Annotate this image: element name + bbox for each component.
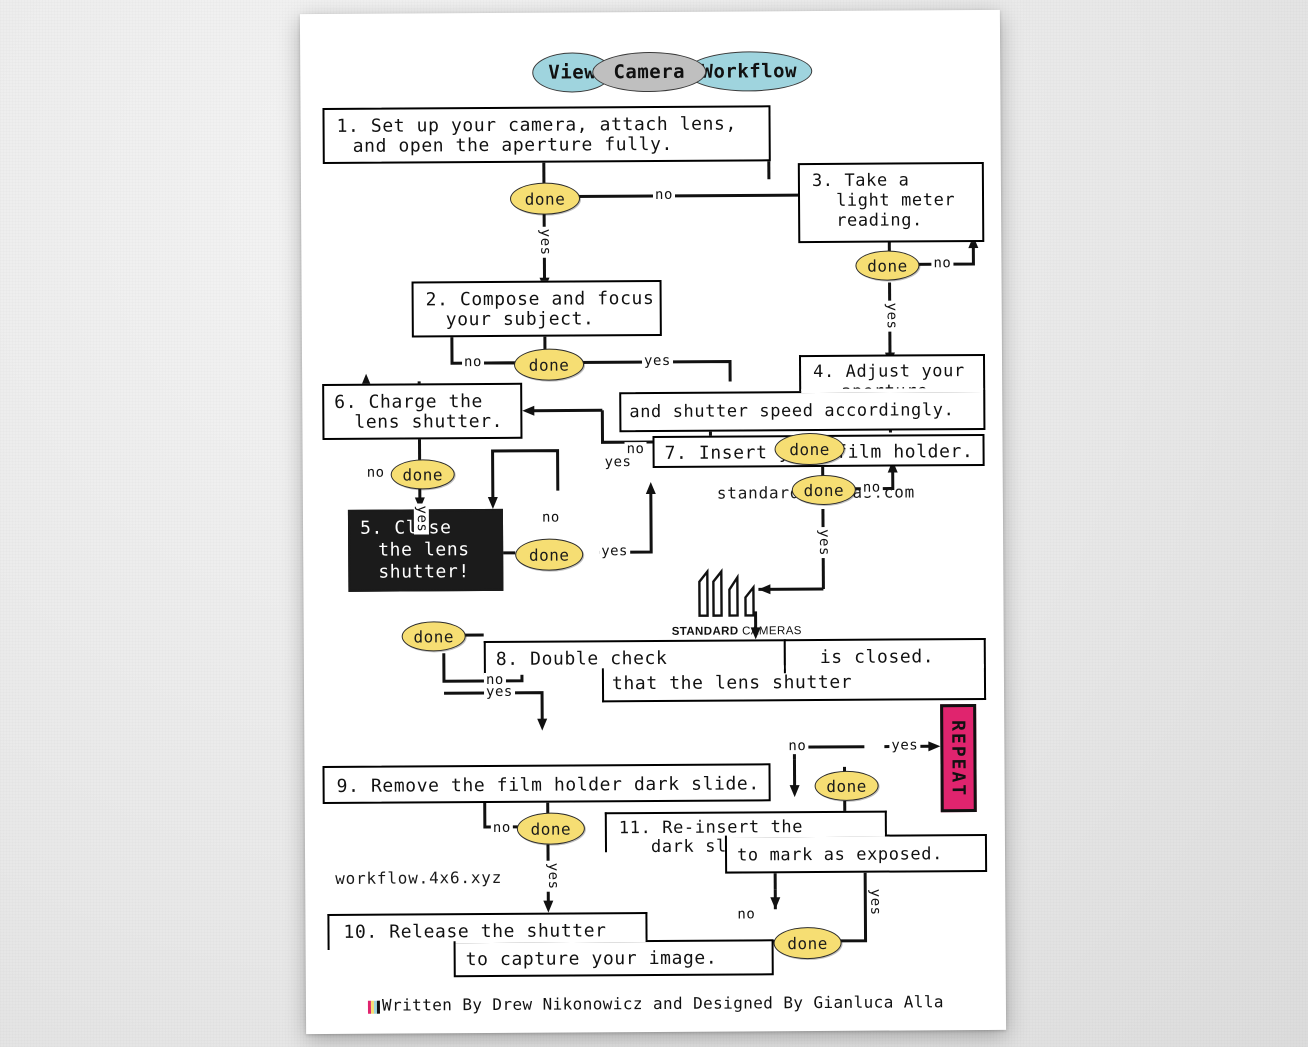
step-7-done-label: done — [803, 480, 845, 500]
step-10-branch-no: no — [735, 906, 758, 923]
step-8-done-label: done — [413, 626, 455, 646]
step-5-done-label: done — [528, 545, 570, 565]
repeat-badge-label: REPEAT — [947, 719, 970, 797]
footer-credit-text: Written By Drew Nikonowicz and Designed … — [381, 992, 944, 1015]
repeat-badge: REPEAT — [940, 704, 977, 813]
step-2-box: 2. Compose and focus your subject. — [411, 279, 662, 338]
step-7-branch-no: no — [860, 479, 883, 496]
step-10-line-2: to capture your image. — [465, 947, 718, 971]
poster-sheet: View Camera Workflow 1. Set up your came… — [299, 9, 1007, 1035]
step-9-branch-no: no — [490, 819, 513, 836]
repeat-branch-no: no — [786, 738, 809, 755]
header-pill-workflow-label: Workflow — [701, 60, 798, 83]
step-5-branch-no: no — [539, 509, 562, 526]
step-2-line-1: 2. Compose and focus — [425, 287, 655, 311]
step-2-line-2: your subject. — [445, 308, 595, 331]
step-6-line-1: 6. Charge the — [334, 391, 484, 413]
step-5-line-2: the lens — [378, 539, 470, 561]
step-11-box-lower: to mark as exposed. — [724, 833, 988, 874]
step-4-line-3: and shutter speed accordingly. — [629, 400, 955, 423]
step-5-line-1: 5. Close — [359, 517, 452, 539]
repeat-branch-yes: yes — [889, 737, 921, 754]
step-3-line-1: 3. Take a — [811, 170, 910, 192]
step-4-done-label: done — [789, 439, 830, 459]
step-11-branch-yes: yes — [867, 886, 884, 918]
step-9-line-1: 9. Remove the film holder dark slide. — [336, 773, 760, 797]
step-3-line-3: reading. — [836, 210, 923, 231]
step-8-branch-yes: yes — [483, 683, 515, 701]
step-7-branch-yes: yes — [815, 527, 833, 558]
step-4-branch-yes: yes — [602, 454, 634, 471]
step-11-done-label: done — [826, 776, 867, 796]
logo-bars-icon — [698, 568, 755, 617]
step-9-box: 9. Remove the film holder dark slide. — [322, 763, 771, 805]
step-6-branch-yes: yes — [413, 503, 430, 535]
workflow-url-text: workflow.4x6.xyz — [335, 867, 503, 888]
step-9-done-label: done — [530, 819, 572, 839]
logo-caption: STANDARD CAMERAS — [671, 625, 802, 638]
step-1-box: 1. Set up your camera, attach lens, and … — [322, 105, 771, 165]
step-11-line-3: to mark as exposed. — [736, 844, 943, 866]
step-3-line-2: light meter — [835, 190, 956, 211]
step-1-line-2: and open the aperture fully. — [352, 133, 673, 157]
color-bars-icon — [367, 997, 381, 1016]
step-6-done-label: done — [402, 464, 444, 485]
step-5-branch-yes: yes — [599, 543, 631, 560]
header-pill-view-label: View — [548, 61, 597, 84]
logo-name-bold: STANDARD — [671, 625, 739, 638]
step-4-box-lower: and shutter speed accordingly. — [619, 389, 986, 433]
step-3-branch-no: no — [931, 255, 954, 272]
step-2-branch-no: no — [461, 354, 484, 371]
header-pill-camera-label: Camera — [613, 60, 686, 84]
standard-cameras-logo: STANDARD CAMERAS — [671, 565, 802, 638]
step-4-line-1: 4. Adjust your — [813, 361, 965, 383]
footer-credit: Written By Drew Nikonowicz and Designed … — [306, 992, 1006, 1016]
step-10-box-lower: to capture your image. — [453, 939, 774, 978]
step-1-done-label: done — [524, 189, 566, 209]
step-2-branch-yes: yes — [641, 352, 673, 370]
step-6-branch-no: no — [364, 464, 387, 481]
step-1-branch-no: no — [652, 186, 675, 203]
step-3-done-label: done — [867, 255, 908, 276]
step-1-line-1: 1. Set up your camera, attach lens, — [336, 113, 737, 137]
step-9-branch-yes: yes — [544, 860, 562, 892]
logo-name-light: CAMERAS — [738, 625, 802, 638]
step-5-line-3: shutter! — [378, 561, 470, 583]
step-2-done-label: done — [528, 355, 570, 375]
step-3-box: 3. Take a light meter reading. — [797, 161, 985, 244]
step-3-branch-yes: yes — [883, 300, 900, 332]
step-10-done-label: done — [787, 933, 828, 953]
step-6-box: 6. Charge the lens shutter. — [322, 382, 523, 441]
step-6-line-2: lens shutter. — [354, 410, 504, 433]
step-8-line-2: that the lens shutter — [611, 671, 853, 695]
step-1-branch-yes: yes — [537, 226, 554, 258]
